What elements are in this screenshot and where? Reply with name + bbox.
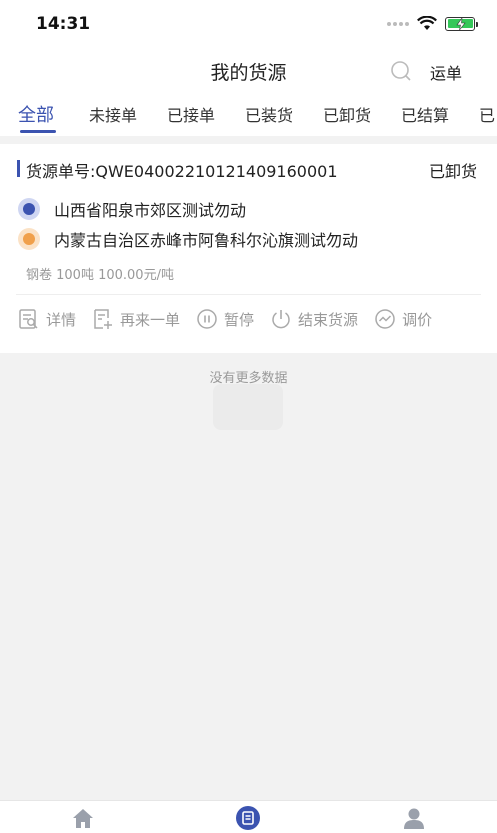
cargo-info: 钢卷 100吨 100.00元/吨 [26,268,174,283]
search-icon[interactable] [390,60,412,82]
status-bar: 14:31 [0,0,497,48]
origin-dot-icon [18,198,40,220]
wifi-icon [417,16,437,30]
destination-dot-icon [18,228,40,250]
order-card[interactable]: 货源单号:QWE04002210121409160001 已卸货 山西省阳泉市郊… [0,144,497,353]
battery-icon [445,16,478,31]
active-tab-indicator [20,130,56,133]
navigation-bar: 我的货源 运单 [0,48,497,92]
destination-address: 内蒙古自治区赤峰市阿鲁科尔沁旗测试勿动 [54,231,359,250]
details-button[interactable]: 详情 [18,308,76,330]
divider [16,294,481,295]
waybill-button[interactable]: 运单 [430,60,462,84]
reorder-label: 再来一单 [120,310,181,329]
pause-icon [197,309,217,329]
tab-all[interactable]: 全部 [18,101,54,127]
reorder-icon [94,309,113,329]
destination-row: 内蒙古自治区赤峰市阿鲁科尔沁旗测试勿动 [18,227,358,251]
power-icon [272,310,290,329]
status-time: 14:31 [36,14,91,34]
adjust-price-label: 调价 [402,310,433,329]
reorder-button[interactable]: 再来一单 [92,308,180,330]
details-label: 详情 [46,310,77,329]
order-number: 货源单号:QWE04002210121409160001 [26,162,338,181]
title-accent-bar [17,160,20,177]
tab-settled[interactable]: 已结算 [401,102,449,126]
status-tabs: 全部 未接单 已接单 已装货 已卸货 已结算 已 [0,92,497,136]
signal-icon [387,21,409,26]
tab-overflow[interactable]: 已 [479,102,495,126]
adjust-price-button[interactable]: 调价 [374,308,432,330]
page-title: 我的货源 [210,62,287,84]
tab-accepted[interactable]: 已接单 [167,102,215,126]
pause-label: 暂停 [224,310,255,329]
end-source-button[interactable]: 结束货源 [270,308,358,330]
tab-unaccepted[interactable]: 未接单 [89,102,137,126]
price-trend-icon [375,309,395,329]
home-icon[interactable] [71,807,95,829]
end-source-label: 结束货源 [298,310,359,329]
user-icon[interactable] [402,807,426,829]
details-icon [19,309,38,329]
toast-placeholder [213,384,283,430]
card-actions: 详情 再来一单 暂停 结束货源 调价 [18,308,448,330]
tab-loaded[interactable]: 已装货 [245,102,293,126]
status-icons [387,16,478,31]
origin-address: 山西省阳泉市郊区测试勿动 [54,201,247,220]
origin-row: 山西省阳泉市郊区测试勿动 [18,197,246,221]
bottom-tab-bar [0,800,497,833]
order-status: 已卸货 [428,162,477,181]
list-icon[interactable] [235,806,261,830]
pause-button[interactable]: 暂停 [196,308,254,330]
tab-unloaded[interactable]: 已卸货 [323,102,371,126]
